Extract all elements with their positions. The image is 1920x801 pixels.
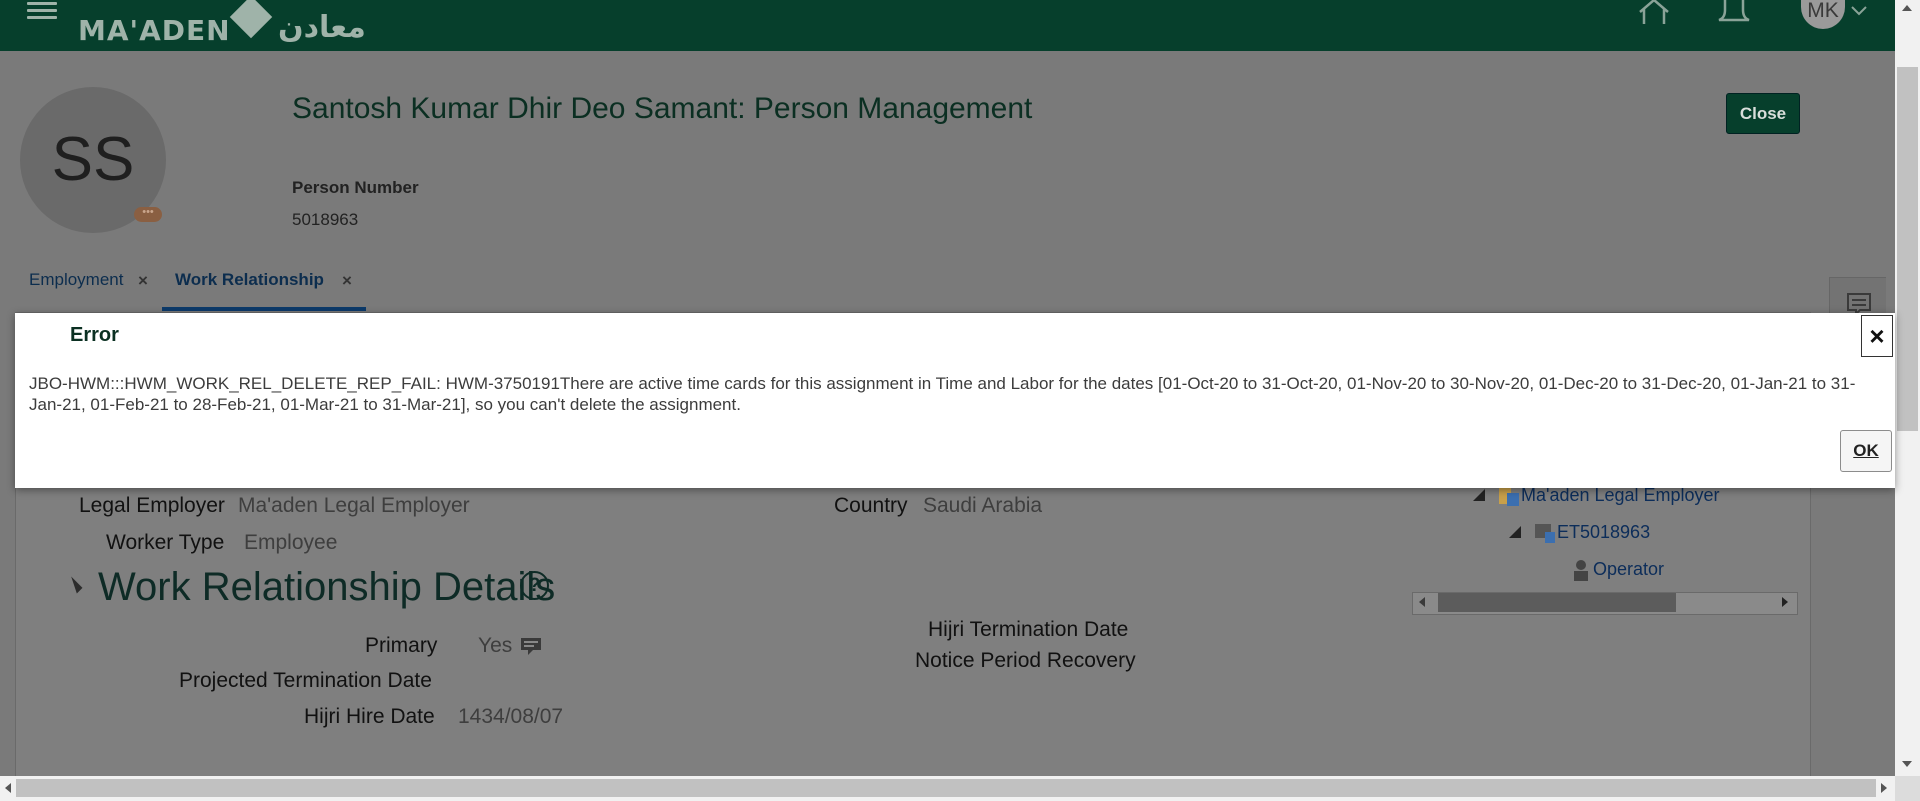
tree-scrollbar-thumb[interactable] — [1438, 593, 1676, 612]
chevron-down-icon[interactable] — [1851, 6, 1867, 16]
tree-node-job[interactable]: Operator — [1593, 559, 1664, 580]
dialog-close-button[interactable]: × — [1861, 315, 1893, 357]
view-icon[interactable] — [520, 636, 542, 656]
person-icon — [1574, 560, 1588, 581]
page-title: Santosh Kumar Dhir Deo Samant: Person Ma… — [292, 92, 1033, 125]
worker-type-value: Employee — [244, 531, 338, 554]
primary-label: Primary — [365, 634, 438, 657]
home-icon[interactable] — [1637, 0, 1671, 24]
tree-node-employer[interactable]: Ma'aden Legal Employer — [1521, 485, 1720, 506]
legal-employer-label: Legal Employer — [79, 494, 225, 517]
person-number-value: 5018963 — [292, 210, 359, 229]
tree-node-assignment[interactable]: ET5018963 — [1557, 522, 1650, 543]
hijri-hire-date-label: Hijri Hire Date — [304, 705, 435, 728]
scroll-down-icon[interactable] — [1901, 760, 1913, 768]
country-label: Country — [834, 494, 908, 517]
close-icon[interactable]: × — [342, 271, 352, 291]
hijri-termination-label: Hijri Termination Date — [928, 618, 1129, 641]
person-number-label: Person Number — [292, 178, 419, 197]
scroll-up-icon[interactable] — [1901, 4, 1913, 12]
scroll-left-icon[interactable] — [4, 782, 12, 794]
chevron-left-icon[interactable] — [1418, 596, 1426, 608]
assignment-icon — [1535, 524, 1555, 543]
close-icon[interactable]: × — [138, 271, 148, 291]
scroll-right-icon[interactable] — [1880, 782, 1888, 794]
collapse-icon[interactable] — [1509, 526, 1521, 538]
active-tab-indicator — [162, 307, 366, 311]
notice-period-label: Notice Period Recovery — [915, 649, 1136, 672]
chevron-right-icon[interactable] — [1781, 596, 1789, 608]
dialog-message: JBO-HWM:::HWM_WORK_REL_DELETE_REP_FAIL: … — [29, 374, 1856, 414]
bell-icon[interactable] — [1717, 0, 1751, 26]
org-icon — [1499, 488, 1519, 506]
dialog-title: Error — [70, 324, 119, 346]
horizontal-scrollbar-thumb[interactable] — [16, 779, 1876, 797]
close-button[interactable]: Close — [1726, 93, 1800, 134]
logo-arabic-text: معادن — [278, 10, 366, 45]
worker-type-label: Worker Type — [106, 531, 225, 554]
legal-employer-value: Ma'aden Legal Employer — [238, 494, 470, 517]
collapse-icon[interactable] — [1473, 489, 1485, 501]
tab-work-relationship[interactable]: Work Relationship — [175, 270, 324, 290]
country-value: Saudi Arabia — [923, 494, 1043, 517]
section-title: Work Relationship Details — [98, 565, 556, 609]
primary-value: Yes — [478, 634, 513, 657]
logo-text: MA'ADEN — [78, 14, 231, 47]
ok-button[interactable]: OK — [1840, 430, 1892, 472]
tab-employment[interactable]: Employment — [29, 270, 123, 290]
more-icon[interactable]: ••• — [134, 207, 162, 222]
projected-termination-label: Projected Termination Date — [179, 669, 432, 692]
hamburger-icon[interactable] — [27, 2, 57, 20]
help-icon[interactable]: ? — [520, 571, 549, 600]
scrollbar-corner — [1895, 776, 1920, 801]
hijri-hire-date-value: 1434/08/07 — [458, 705, 564, 728]
vertical-scrollbar-thumb[interactable] — [1897, 67, 1918, 431]
